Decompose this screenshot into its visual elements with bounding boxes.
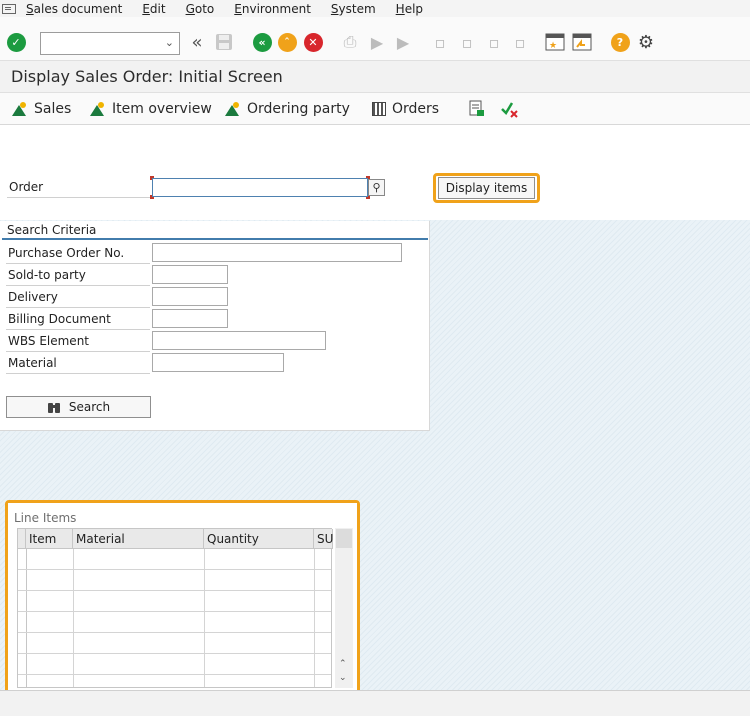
binoculars-icon [47, 403, 60, 413]
table-row[interactable] [18, 569, 331, 570]
required-marker [150, 176, 154, 180]
svg-text:★: ★ [549, 41, 557, 51]
line-items-title: Line Items [14, 511, 77, 525]
scroll-down-icon[interactable]: ⌄ [339, 673, 347, 683]
search-criteria-title: Search Criteria [7, 223, 97, 237]
save-icon[interactable] [214, 32, 234, 52]
billing-document-label: Billing Document [8, 312, 111, 326]
row-selector-header[interactable] [18, 529, 26, 549]
create-session-icon[interactable]: ★ [545, 32, 565, 52]
order-input[interactable] [152, 178, 368, 197]
sales-label: Sales [34, 101, 72, 117]
search-help-icon[interactable]: ⚲ [368, 179, 385, 196]
column-header-item[interactable]: Item [26, 529, 73, 549]
display-items-button[interactable]: Display items [438, 177, 535, 199]
collapse-left-icon[interactable]: « [187, 32, 207, 53]
search-button[interactable]: Search [6, 396, 151, 418]
menu-system[interactable]: System [331, 2, 376, 16]
order-section [0, 125, 750, 220]
scroll-up-icon[interactable]: ⌃ [339, 659, 347, 669]
column-header-su[interactable]: SU [314, 529, 333, 549]
table-row[interactable] [18, 611, 331, 612]
row-divider [6, 329, 150, 330]
line-items-table: Item Material Quantity SU [17, 528, 333, 688]
table-row[interactable] [18, 674, 331, 675]
last-page-icon[interactable]: ▫ [510, 32, 530, 52]
item-overview-label: Item overview [112, 101, 212, 117]
table-row[interactable] [18, 632, 331, 633]
column-header-material[interactable]: Material [73, 529, 204, 549]
delivery-input[interactable] [152, 287, 228, 306]
required-marker [150, 195, 154, 199]
purchase-order-label: Purchase Order No. [8, 246, 125, 260]
orders-button[interactable]: Orders [372, 100, 439, 118]
orders-label: Orders [392, 101, 440, 117]
search-label: Search [68, 400, 111, 414]
find-icon[interactable]: ▶ [367, 32, 387, 52]
menu-sales-document[interactable]: Sales document [26, 2, 122, 16]
column-header-quantity[interactable]: Quantity [204, 529, 314, 549]
row-divider [6, 307, 150, 308]
first-page-icon[interactable]: ▫ [430, 32, 450, 52]
ordering-party-button[interactable]: Ordering party [225, 100, 350, 118]
next-page-icon[interactable]: ▫ [484, 32, 504, 52]
menu-help[interactable]: Help [396, 2, 423, 16]
row-divider [6, 263, 150, 264]
gear-icon[interactable]: ⚙ [636, 32, 656, 53]
mountain-icon [90, 102, 107, 116]
material-input[interactable] [152, 353, 284, 372]
search-criteria-group: Search Criteria Purchase Order No. Sold-… [0, 221, 430, 431]
row-divider [6, 351, 150, 352]
title-bar: Display Sales Order: Initial Screen [0, 61, 750, 93]
row-divider [6, 285, 150, 286]
line-items-group: Line Items Item Material Quantity SU ⌃ ⌄ [8, 503, 357, 691]
help-icon[interactable]: ? [610, 32, 630, 52]
application-toolbar: Sales Item overview Ordering party Order… [0, 93, 750, 125]
cancel-icon[interactable]: ✕ [303, 32, 323, 52]
row-divider [6, 373, 150, 374]
wbs-element-input[interactable] [152, 331, 326, 350]
find-next-icon[interactable]: ▶ [393, 32, 413, 52]
back-icon[interactable]: « [252, 32, 272, 52]
standard-toolbar: ✓ ⌄ « « ˆ ✕ ⎙ ▶ ▶ ▫ ▫ ▫ ▫ ★ ? ⚙ [0, 17, 750, 61]
document-flow-icon[interactable] [468, 100, 486, 118]
scrollbar-config-button[interactable] [336, 529, 352, 548]
status-bar [0, 690, 750, 716]
menu-environment[interactable]: Environment [234, 2, 311, 16]
menu-edit[interactable]: Edit [142, 2, 165, 16]
display-items-label: Display items [445, 181, 528, 195]
mountain-icon [12, 102, 29, 116]
group-divider [2, 238, 428, 240]
command-field[interactable]: ⌄ [40, 32, 180, 55]
wbs-element-label: WBS Element [8, 334, 89, 348]
delivery-label: Delivery [8, 290, 58, 304]
vertical-scrollbar[interactable]: ⌃ ⌄ [335, 528, 353, 688]
order-label-underline [7, 197, 152, 198]
list-icon [372, 102, 386, 116]
sold-to-party-label: Sold-to party [8, 268, 86, 282]
sales-button[interactable]: Sales [12, 100, 71, 118]
material-label: Material [8, 356, 57, 370]
table-row[interactable] [18, 590, 331, 591]
sold-to-party-input[interactable] [152, 265, 228, 284]
create-shortcut-icon[interactable] [572, 32, 592, 52]
menu-bar: Sales document Edit Goto Environment Sys… [0, 0, 750, 17]
purchase-order-input[interactable] [152, 243, 402, 262]
enter-icon[interactable]: ✓ [6, 32, 26, 52]
mountain-icon [225, 102, 242, 116]
check-cancel-icon[interactable] [500, 100, 520, 118]
system-menu-icon[interactable] [2, 3, 16, 14]
print-icon[interactable]: ⎙ [340, 32, 360, 52]
billing-document-input[interactable] [152, 309, 228, 328]
exit-icon[interactable]: ˆ [277, 32, 297, 52]
ordering-party-label: Ordering party [247, 101, 350, 117]
page-title: Display Sales Order: Initial Screen [11, 67, 283, 86]
chevron-down-icon[interactable]: ⌄ [165, 36, 174, 49]
previous-page-icon[interactable]: ▫ [457, 32, 477, 52]
table-row[interactable] [18, 653, 331, 654]
menu-goto[interactable]: Goto [186, 2, 215, 16]
item-overview-button[interactable]: Item overview [90, 100, 212, 118]
order-label: Order [9, 180, 44, 194]
